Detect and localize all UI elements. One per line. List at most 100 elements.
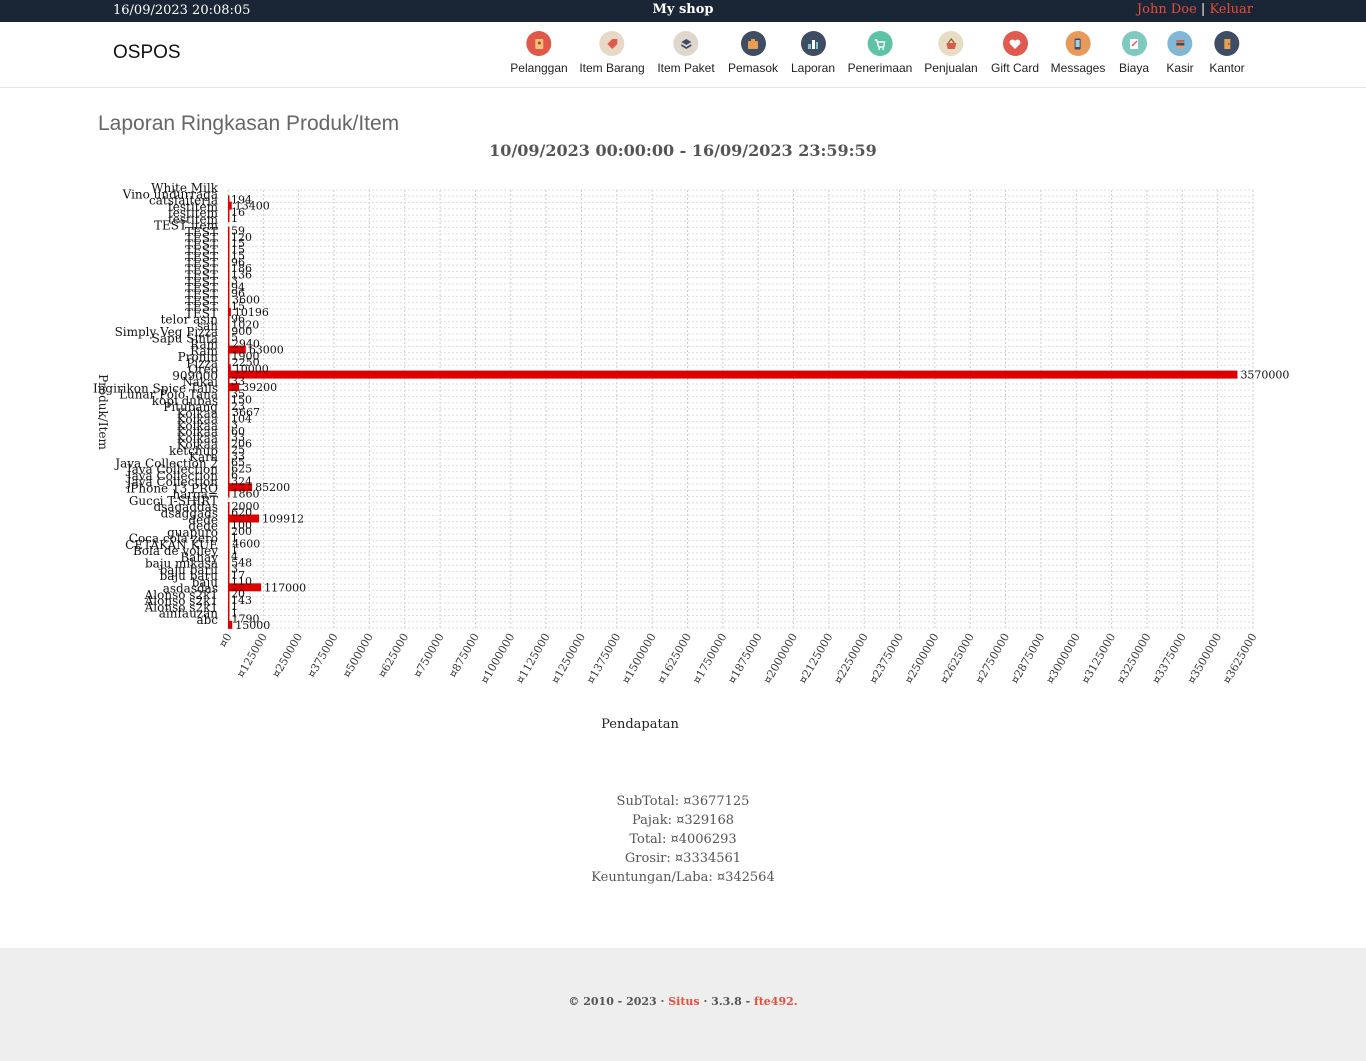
chart-x-tick-label: ¤0: [216, 631, 234, 650]
nav-item-reports[interactable]: Laporan: [791, 31, 835, 75]
chart-x-tick-label: ¤1250000: [549, 631, 588, 686]
nav-item-customers[interactable]: Pelanggan: [510, 31, 568, 75]
logout-link[interactable]: Keluar: [1209, 2, 1253, 17]
chart-x-tick-label: ¤2875000: [1008, 631, 1047, 686]
nav-label: Pemasok: [727, 61, 779, 75]
chart-x-tick-label: ¤2625000: [938, 631, 977, 686]
chart-data-label: 15000: [235, 619, 270, 632]
chart-x-tick-label: ¤2375000: [867, 631, 906, 686]
chart-x-tick-label: ¤1375000: [584, 631, 623, 686]
chart-bars: [228, 195, 1238, 629]
footer-version: · 3.3.8 -: [703, 995, 751, 1008]
cart-icon: [867, 31, 893, 56]
chart-bar: [228, 370, 1238, 379]
chart-x-tick-label: ¤3500000: [1185, 631, 1224, 686]
footer-commit-link[interactable]: fte492.: [754, 995, 798, 1008]
chart-x-tick-label: ¤2125000: [796, 631, 835, 686]
chart-data-label: 117000: [264, 581, 306, 594]
footer-site-link[interactable]: Situs: [668, 995, 699, 1008]
nav-item-receivings[interactable]: Penerimaan: [847, 31, 913, 75]
chart-x-tick-label: ¤3000000: [1044, 631, 1083, 686]
chart-x-ticks: ¤0 ¤125000 ¤250000 ¤375000 ¤500000 ¤625000 ¤75…: [216, 631, 1259, 686]
summary-profit: Keuntungan/Laba: ¤342564: [591, 870, 775, 885]
chart-x-tick-label: ¤125000: [234, 631, 270, 680]
summary-tax: Pajak: ¤329168: [632, 813, 734, 828]
main-navbar: OSPOS Pelanggan Item Barang Item Paket P…: [0, 22, 1366, 88]
nav-item-items[interactable]: Item Barang: [579, 31, 645, 75]
briefcase-icon: [740, 31, 766, 56]
revenue-bar-chart: White MilkVino undurragacatsfaiteriatest…: [93, 181, 1289, 732]
footer-text: © 2010 - 2023 · Situs · 3.3.8 - fte492.: [0, 995, 1366, 1008]
nav-label: Item Paket: [657, 61, 715, 75]
notepad-icon: [1121, 31, 1147, 56]
chart-data-label: 10000: [234, 362, 269, 375]
chart-x-tick-label: ¤1625000: [655, 631, 694, 686]
basket-icon: [938, 31, 964, 56]
phone-icon: [1065, 31, 1091, 56]
nav-label: Penerimaan: [847, 61, 913, 75]
chart-data-label: 620: [231, 506, 252, 519]
nav-label: Biaya: [1118, 61, 1150, 75]
chart-x-tick-label: ¤1125000: [513, 631, 552, 686]
nav-label: Gift Card: [990, 61, 1040, 75]
chart-x-tick-label: ¤250000: [270, 631, 306, 680]
chart-x-tick-label: ¤1000000: [478, 631, 517, 686]
nav-item-cashups[interactable]: Kasir: [1166, 31, 1194, 75]
chart-x-tick-label: ¤1500000: [619, 631, 658, 686]
brand-logo[interactable]: OSPOS: [113, 42, 181, 64]
nav-item-messages[interactable]: Messages: [1050, 31, 1106, 75]
chart-x-tick-label: ¤875000: [446, 631, 482, 680]
nav-item-expenses[interactable]: Biaya: [1119, 31, 1149, 75]
report-summary: SubTotal: ¤3677125 Pajak: ¤329168 Total:…: [0, 792, 1366, 887]
nav-label: Messages: [1050, 61, 1106, 75]
user-menu: John Doe | Keluar: [1137, 2, 1253, 17]
chart-x-tick-label: ¤2000000: [761, 631, 800, 686]
nav-item-sales[interactable]: Penjualan: [924, 31, 978, 75]
chart-data-label: 39200: [242, 381, 277, 394]
nav-label: Pelanggan: [510, 61, 568, 75]
chart-data-label: 324: [231, 475, 252, 488]
user-name-link[interactable]: John Doe: [1137, 2, 1197, 17]
chart-bar: [228, 489, 230, 498]
chart-y-axis-label: Produk/Item: [96, 374, 110, 450]
books-icon: [1167, 31, 1193, 56]
chart-x-tick-label: ¤500000: [340, 631, 376, 680]
tag-icon: [599, 31, 625, 56]
chart-x-axis-label: Pendapatan: [601, 717, 679, 732]
nav-label: Kasir: [1166, 61, 1194, 75]
chart-data-label: 85200: [255, 481, 290, 494]
box-icon: [673, 31, 699, 56]
chart-category-label: abc: [196, 613, 218, 627]
chart-x-tick-label: ¤1875000: [726, 631, 765, 686]
page-title: Laporan Ringkasan Produk/Item: [98, 112, 400, 135]
nav-item-suppliers[interactable]: Pemasok: [728, 31, 778, 75]
chart-bar: [228, 214, 230, 223]
bar-chart-icon: [800, 31, 826, 56]
chart-x-tick-label: ¤375000: [305, 631, 341, 680]
chart-x-tick-label: ¤2750000: [973, 631, 1012, 686]
summary-wholesale: Grosir: ¤3334561: [624, 851, 742, 866]
chart-data-label: 110: [231, 575, 252, 588]
nav-item-giftcards[interactable]: Gift Card: [991, 31, 1039, 75]
chart-x-tick-label: ¤1750000: [690, 631, 729, 686]
summary-subtotal: SubTotal: ¤3677125: [616, 794, 750, 809]
nav-label: Kantor: [1209, 61, 1245, 75]
user-separator: |: [1200, 2, 1206, 17]
report-date-range: 10/09/2023 00:00:00 - 16/09/2023 23:59:5…: [489, 141, 877, 160]
nav-item-kits[interactable]: Item Paket: [657, 31, 715, 75]
chart-data-label: 1: [231, 212, 238, 225]
chart-x-tick-label: ¤750000: [411, 631, 447, 680]
chart-x-tick-label: ¤3250000: [1114, 631, 1153, 686]
footer: © 2010 - 2023 · Situs · 3.3.8 - fte492.: [0, 948, 1366, 1061]
chart-x-tick-label: ¤3625000: [1220, 631, 1259, 686]
summary-total: Total: ¤4006293: [629, 832, 737, 847]
chart-data-label: 109912: [262, 513, 304, 526]
nav-label: Laporan: [790, 61, 836, 75]
chart-x-tick-label: ¤3125000: [1079, 631, 1118, 686]
nav-item-office[interactable]: Kantor: [1209, 31, 1245, 75]
top-bar: 16/09/2023 20:08:05 My shop John Doe | K…: [0, 0, 1366, 22]
chart-category-labels: White MilkVino undurragacatsfaiteriatest…: [93, 181, 219, 627]
chart-data-label: 3570000: [1240, 369, 1289, 382]
nav-label: Item Barang: [579, 61, 645, 75]
chart-x-tick-label: ¤2500000: [902, 631, 941, 686]
